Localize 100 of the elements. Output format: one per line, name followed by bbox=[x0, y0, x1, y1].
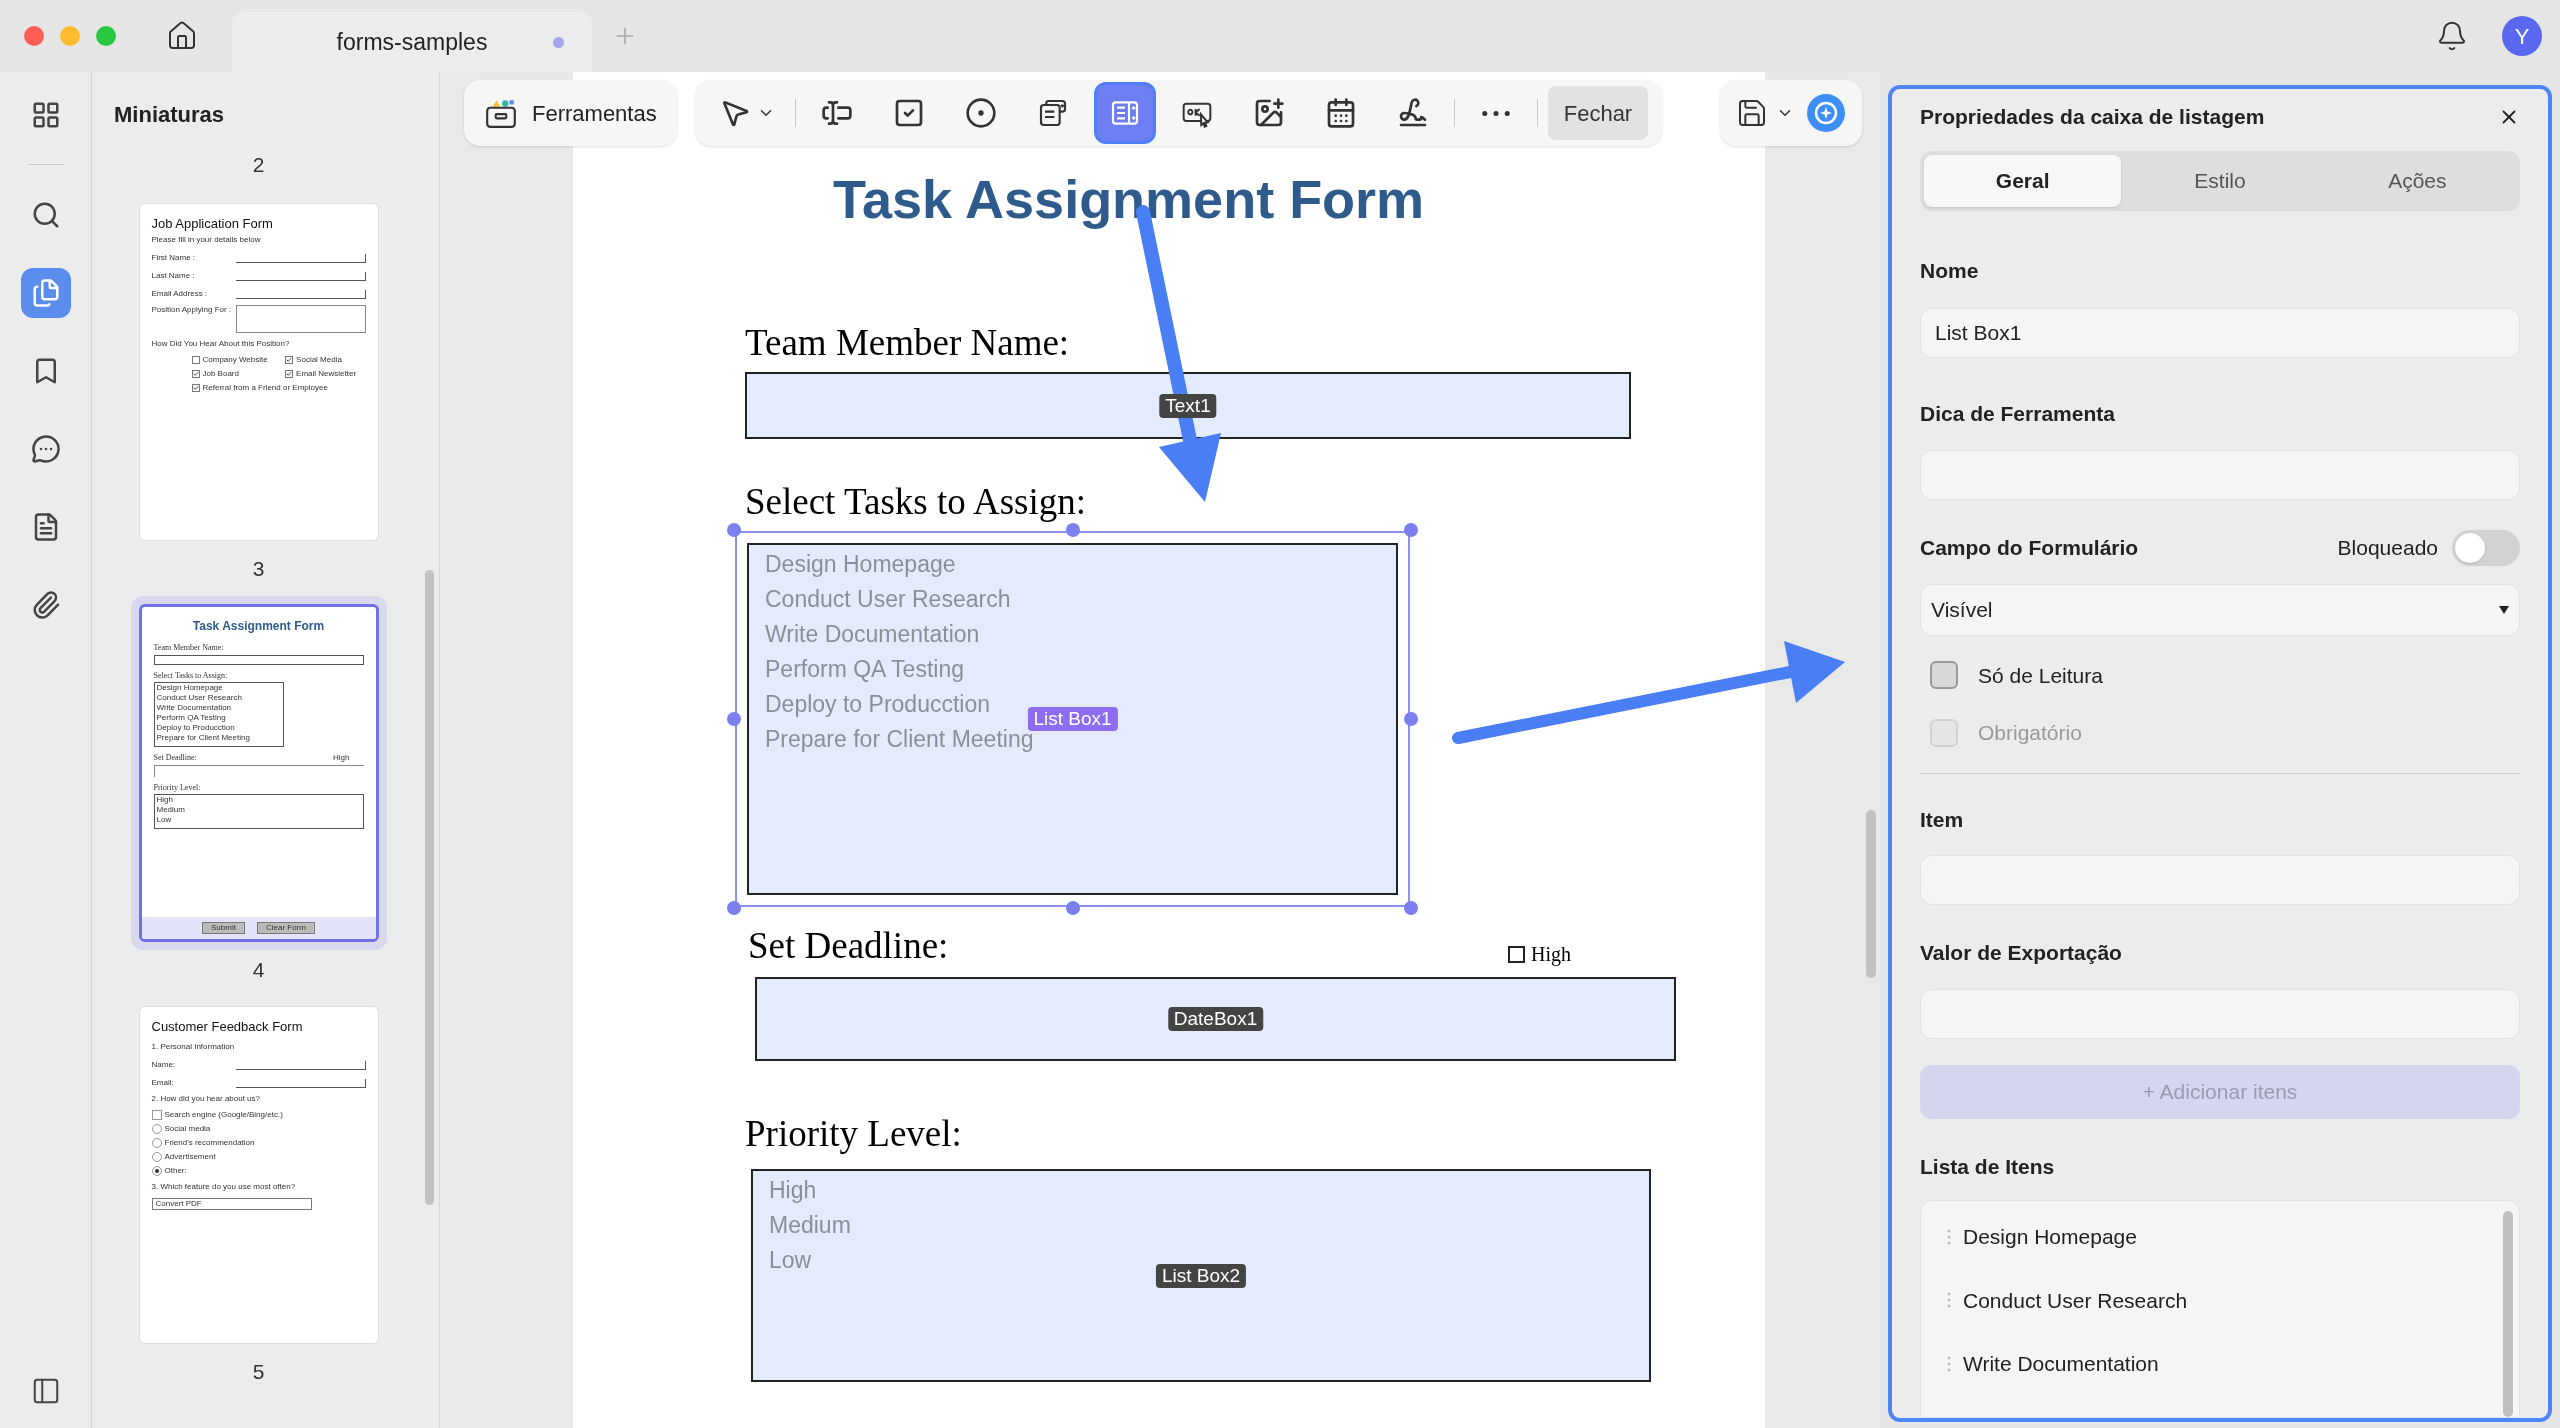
toggle-label: Bloqueado bbox=[2337, 534, 2438, 561]
comment-icon bbox=[30, 434, 61, 464]
field-tag: DateBox1 bbox=[1167, 1007, 1264, 1031]
visibility-select[interactable]: Visível bbox=[1920, 583, 2520, 636]
dropdown-caret-icon bbox=[2499, 605, 2509, 614]
document-tab[interactable]: forms-samples bbox=[232, 12, 592, 72]
thumbnail-label: Email Address : bbox=[151, 289, 209, 299]
checkbox[interactable] bbox=[1508, 945, 1525, 963]
thumbnail-button: Submit bbox=[202, 922, 245, 934]
resize-handle[interactable] bbox=[727, 901, 741, 915]
thumbnail-label: Social Media bbox=[296, 355, 342, 365]
resize-handle[interactable] bbox=[1404, 523, 1418, 537]
thumbnail-list-item: Deploy to Producction bbox=[156, 723, 235, 733]
radio-button-icon bbox=[964, 97, 997, 129]
thumbnail-label: First Name : bbox=[151, 253, 197, 263]
more-icon bbox=[1481, 110, 1510, 116]
field-label: Select Tasks to Assign: bbox=[745, 480, 1087, 524]
thumbnail-heading: Task Assignment Form bbox=[191, 618, 326, 635]
panel-title: Miniaturas bbox=[114, 101, 225, 129]
field-label: Set Deadline: bbox=[748, 924, 949, 968]
thumbnail-label: Name: bbox=[151, 1060, 177, 1070]
thumbnail-label: Email: bbox=[151, 1078, 175, 1088]
resize-handle[interactable] bbox=[1065, 523, 1080, 537]
field-label: Team Member Name: bbox=[745, 321, 1070, 365]
page-number: 5 bbox=[252, 1358, 265, 1385]
thumbnail-list-item: High bbox=[156, 795, 173, 805]
user-avatar[interactable]: Y bbox=[2502, 16, 2542, 56]
page-number: 2 bbox=[252, 152, 265, 178]
resize-handle[interactable] bbox=[1065, 901, 1080, 915]
field-label: Priority Level: bbox=[745, 1112, 962, 1156]
checkbox-label: Obrigatório bbox=[1978, 720, 2082, 746]
date-field[interactable]: DateBox1 bbox=[755, 977, 1676, 1061]
home-icon[interactable] bbox=[166, 20, 198, 52]
checkbox-label: Só de Leitura bbox=[1978, 662, 2103, 689]
name-field[interactable]: List Box1 bbox=[1920, 308, 2520, 358]
field-label: Nome bbox=[1920, 257, 1979, 284]
thumbnail-select: Convert PDF bbox=[151, 1198, 312, 1210]
thumbnail-label: Other: bbox=[164, 1166, 187, 1176]
resize-handle[interactable] bbox=[727, 523, 741, 537]
checkbox-label: High bbox=[1531, 942, 1571, 968]
page-number: 3 bbox=[252, 555, 265, 582]
field-label: Valor de Exportação bbox=[1920, 940, 2122, 966]
thumbnail-label: Set Deadline: bbox=[153, 753, 197, 763]
thumbnail-text: 1. Personal Information bbox=[151, 1042, 236, 1052]
thumbnail-list-item: Design Homepage bbox=[156, 683, 223, 693]
thumbnail-label: Company Website bbox=[202, 355, 268, 365]
tab[interactable]: Estilo bbox=[2121, 154, 2319, 207]
field-label: Item bbox=[1920, 806, 1964, 833]
form-title: Task Assignment Form bbox=[833, 168, 1426, 231]
drag-handle-icon bbox=[1947, 1292, 1951, 1309]
drag-handle-icon bbox=[1947, 1355, 1951, 1372]
ai-assistant-icon[interactable] bbox=[1806, 93, 1847, 133]
thumbnail-label: Job Board bbox=[202, 369, 239, 379]
thumbnail-list-item: Write Documentation bbox=[156, 703, 232, 713]
list-row[interactable]: Conduct User Research bbox=[1947, 1284, 2503, 1316]
lock-toggle[interactable] bbox=[2452, 529, 2520, 566]
thumbnail-heading: Customer Feedback Form bbox=[151, 1017, 304, 1036]
thumbnail-label: Advertisement bbox=[164, 1152, 216, 1162]
thumbnail-label: Last Name : bbox=[151, 271, 196, 281]
close-form-button[interactable]: Fechar bbox=[1547, 86, 1649, 140]
field-tag: List Box1 bbox=[1027, 707, 1118, 731]
panel-title: Propriedades da caixa de listagem bbox=[1920, 104, 2265, 130]
field-tag: List Box2 bbox=[1155, 1263, 1247, 1288]
thumbnail-button: Clear Form bbox=[256, 922, 315, 934]
list-row[interactable]: Write Documentation bbox=[1947, 1348, 2503, 1380]
field-label: Lista de Itens bbox=[1920, 1153, 2055, 1180]
maximize-window-button[interactable] bbox=[96, 26, 116, 46]
thumbnail-heading: Job Application Form bbox=[151, 214, 274, 233]
thumbnail-label: Email Newsletter bbox=[296, 369, 357, 379]
tab[interactable]: Geral bbox=[1924, 154, 2122, 207]
tab[interactable]: Ações bbox=[2318, 154, 2516, 207]
resize-handle[interactable] bbox=[1404, 901, 1418, 915]
list-row[interactable]: Design Homepage bbox=[1947, 1221, 2503, 1253]
scrollbar-thumb[interactable] bbox=[425, 570, 434, 1205]
thumbnail-text: Please fill in your details below bbox=[151, 235, 262, 245]
thumbnail-label: Select Tasks to Assign: bbox=[153, 671, 228, 681]
thumbnail-text: 3. Which feature do you use most often? bbox=[151, 1182, 297, 1192]
thumbnail-label: Team Member Name: bbox=[153, 643, 224, 653]
tools-button[interactable]: Ferramentas bbox=[464, 80, 677, 146]
thumbnail-label: Friend's recommendation bbox=[164, 1138, 255, 1148]
text-field[interactable]: Text1 bbox=[745, 372, 1631, 439]
drag-handle-icon bbox=[1947, 1228, 1951, 1245]
field-tag: Text1 bbox=[1159, 393, 1217, 418]
close-window-button[interactable] bbox=[24, 26, 44, 46]
resize-handle[interactable] bbox=[1404, 712, 1418, 726]
thumbnail-list-item: Prepare for Client Meeting bbox=[156, 733, 250, 743]
scrollbar-thumb[interactable] bbox=[1866, 810, 1876, 978]
thumbnail-list-item: Conduct User Research bbox=[156, 693, 242, 703]
notification-icon[interactable] bbox=[2436, 20, 2468, 52]
thumbnail-label: Search engine (Google/Bing/etc.) bbox=[164, 1110, 283, 1120]
checkbox[interactable] bbox=[1930, 661, 1958, 690]
field-label: Dica de Ferramenta bbox=[1920, 401, 2115, 427]
resize-handle[interactable] bbox=[727, 712, 741, 726]
page-number: 4 bbox=[252, 957, 265, 983]
thumbnail-label: Social media bbox=[164, 1124, 211, 1134]
thumbnail-label: Position Applying For : bbox=[151, 305, 230, 315]
thumbnail-list-item: Perform QA Testing bbox=[156, 713, 226, 723]
scrollbar-thumb[interactable] bbox=[2503, 1211, 2513, 1417]
thumbnail-text: 2. How did you hear about us? bbox=[151, 1094, 261, 1104]
thumbnail-text: High bbox=[333, 753, 350, 763]
